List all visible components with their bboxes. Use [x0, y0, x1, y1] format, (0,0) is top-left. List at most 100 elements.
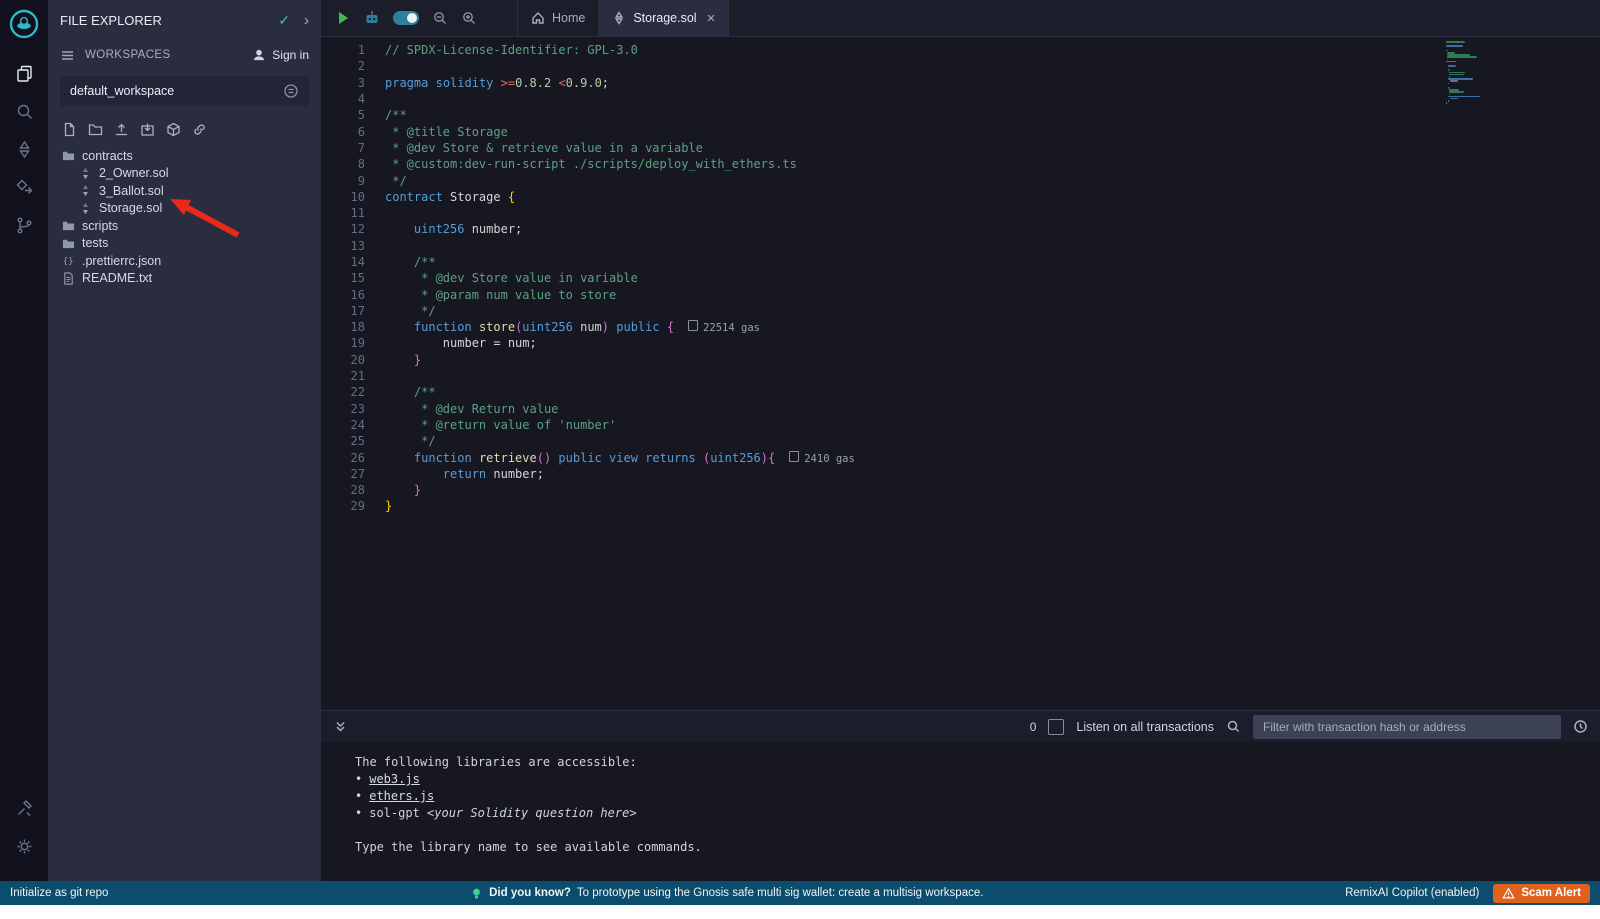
- folder-icon: [62, 219, 75, 232]
- tree-item-2_Owner.sol[interactable]: 2_Owner.sol: [48, 165, 321, 183]
- terminal-toolbar: 0 Listen on all transactions: [321, 710, 1600, 742]
- did-you-know-text: To prototype using the Gnosis safe multi…: [577, 887, 984, 899]
- terminal-list-item: •web3.js: [355, 771, 1600, 788]
- tree-item-tests[interactable]: tests: [48, 235, 321, 253]
- icon-sidebar: [0, 0, 48, 881]
- listen-all-transactions-label: Listen on all transactions: [1076, 720, 1214, 734]
- editor-area: Home Storage.sol × 1// SPDX-License-Iden…: [321, 0, 1600, 881]
- terminal-list-item: •ethers.js: [355, 788, 1600, 805]
- code-line-25: 25 */: [321, 433, 1600, 449]
- file-explorer-panel: FILE EXPLORER ✓ › WORKSPACES Sign in def…: [48, 0, 321, 881]
- code-line-10: 10contract Storage {: [321, 189, 1600, 205]
- code-line-5: 5/**: [321, 107, 1600, 123]
- solidity-file-icon: [79, 184, 92, 197]
- tree-item-scripts[interactable]: scripts: [48, 217, 321, 235]
- tree-item-3_Ballot.sol[interactable]: 3_Ballot.sol: [48, 182, 321, 200]
- listen-all-transactions-checkbox[interactable]: [1048, 719, 1064, 735]
- file-tree: contracts2_Owner.sol3_Ballot.solStorage.…: [48, 147, 321, 287]
- workspaces-label: WORKSPACES: [85, 49, 171, 61]
- history-clock-icon[interactable]: [1573, 719, 1588, 734]
- copilot-status[interactable]: RemixAI Copilot (enabled): [1345, 887, 1479, 899]
- chevron-right-icon[interactable]: ›: [304, 12, 309, 29]
- tree-item-Storage.sol[interactable]: Storage.sol: [48, 200, 321, 218]
- remixai-icon[interactable]: [364, 10, 380, 26]
- solidity-file-icon: [79, 202, 92, 215]
- code-editor[interactable]: 1// SPDX-License-Identifier: GPL-3.023pr…: [321, 37, 1600, 715]
- workspace-select[interactable]: default_workspace: [60, 76, 309, 106]
- remix-logo-icon[interactable]: [8, 8, 40, 40]
- solidity-file-icon: [612, 11, 626, 25]
- code-line-17: 17 */: [321, 303, 1600, 319]
- lightbulb-icon: [470, 887, 483, 900]
- file-icon: [62, 272, 75, 285]
- code-line-9: 9 */: [321, 172, 1600, 188]
- code-line-23: 23 * @dev Return value: [321, 401, 1600, 417]
- transaction-filter-input[interactable]: [1253, 715, 1561, 739]
- code-line-15: 15 * @dev Store value in variable: [321, 270, 1600, 286]
- svg-text:{}: {}: [63, 257, 74, 267]
- json-file-icon: {}: [62, 254, 75, 267]
- workspaces-menu-icon[interactable]: [60, 48, 75, 63]
- code-lines: 1// SPDX-License-Identifier: GPL-3.023pr…: [321, 42, 1600, 515]
- link-icon[interactable]: [192, 122, 207, 137]
- tab-home[interactable]: Home: [517, 0, 599, 36]
- run-script-play-icon[interactable]: [335, 10, 351, 26]
- tree-item-.prettierrc.json[interactable]: {}.prettierrc.json: [48, 252, 321, 270]
- code-line-29: 29}: [321, 498, 1600, 514]
- sign-in-button[interactable]: Sign in: [252, 48, 309, 62]
- terminal-text: Type the library name to see available c…: [355, 839, 1600, 856]
- code-line-6: 6 * @title Storage: [321, 123, 1600, 139]
- file-explorer-icon[interactable]: [0, 54, 48, 92]
- tools-icon[interactable]: [0, 789, 48, 827]
- code-line-4: 4: [321, 91, 1600, 107]
- upload-file-icon[interactable]: [114, 122, 129, 137]
- terminal-link-web3.js[interactable]: web3.js: [369, 772, 420, 786]
- new-file-icon[interactable]: [62, 122, 77, 137]
- minimap[interactable]: [1446, 41, 1542, 104]
- terminal-search-icon[interactable]: [1226, 719, 1241, 734]
- github-icon: [252, 48, 266, 62]
- code-line-2: 2: [321, 58, 1600, 74]
- code-line-8: 8 * @custom:dev-run-script ./scripts/dep…: [321, 156, 1600, 172]
- file-explorer-toolbar: [48, 116, 321, 147]
- terminal-text: The following libraries are accessible:: [355, 754, 1600, 771]
- git-icon[interactable]: [0, 206, 48, 244]
- close-tab-icon[interactable]: ×: [707, 11, 716, 26]
- terminal-output[interactable]: The following libraries are accessible:•…: [321, 742, 1600, 881]
- solidity-compiler-icon[interactable]: [0, 130, 48, 168]
- home-icon: [531, 11, 545, 25]
- template-cube-icon[interactable]: [166, 122, 181, 137]
- code-line-3: 3pragma solidity >=0.8.2 <0.9.0;: [321, 75, 1600, 91]
- remix-ide-window: FILE EXPLORER ✓ › WORKSPACES Sign in def…: [0, 0, 1600, 905]
- tab-storage-sol[interactable]: Storage.sol ×: [599, 0, 729, 36]
- code-line-27: 27 return number;: [321, 466, 1600, 482]
- code-line-12: 12 uint256 number;: [321, 221, 1600, 237]
- expand-terminal-icon[interactable]: [333, 719, 348, 734]
- deploy-and-run-icon[interactable]: [0, 168, 48, 206]
- tree-item-contracts[interactable]: contracts: [48, 147, 321, 165]
- code-line-16: 16 * @param num value to store: [321, 286, 1600, 302]
- copilot-toggle[interactable]: [393, 11, 419, 25]
- scam-alert-button[interactable]: Scam Alert: [1493, 884, 1590, 903]
- zoom-out-icon[interactable]: [432, 10, 448, 26]
- settings-gear-icon[interactable]: [0, 827, 48, 865]
- code-line-28: 28 }: [321, 482, 1600, 498]
- code-line-26: 26 function retrieve() public view retur…: [321, 449, 1600, 465]
- code-line-22: 22 /**: [321, 384, 1600, 400]
- code-line-11: 11: [321, 205, 1600, 221]
- code-line-14: 14 /**: [321, 254, 1600, 270]
- tree-item-README.txt[interactable]: README.txt: [48, 270, 321, 288]
- git-init-status: Initialize as git repo: [10, 887, 108, 899]
- check-icon[interactable]: ✓: [278, 12, 290, 29]
- terminal-link-ethers.js[interactable]: ethers.js: [369, 789, 434, 803]
- search-icon[interactable]: [0, 92, 48, 130]
- folder-icon: [62, 149, 75, 162]
- workspace-options-icon[interactable]: [283, 83, 299, 99]
- upload-folder-icon[interactable]: [140, 122, 155, 137]
- code-line-19: 19 number = num;: [321, 335, 1600, 351]
- new-folder-icon[interactable]: [88, 122, 103, 137]
- code-line-20: 20 }: [321, 352, 1600, 368]
- zoom-in-icon[interactable]: [461, 10, 477, 26]
- code-line-24: 24 * @return value of 'number': [321, 417, 1600, 433]
- warning-icon: [1502, 887, 1515, 900]
